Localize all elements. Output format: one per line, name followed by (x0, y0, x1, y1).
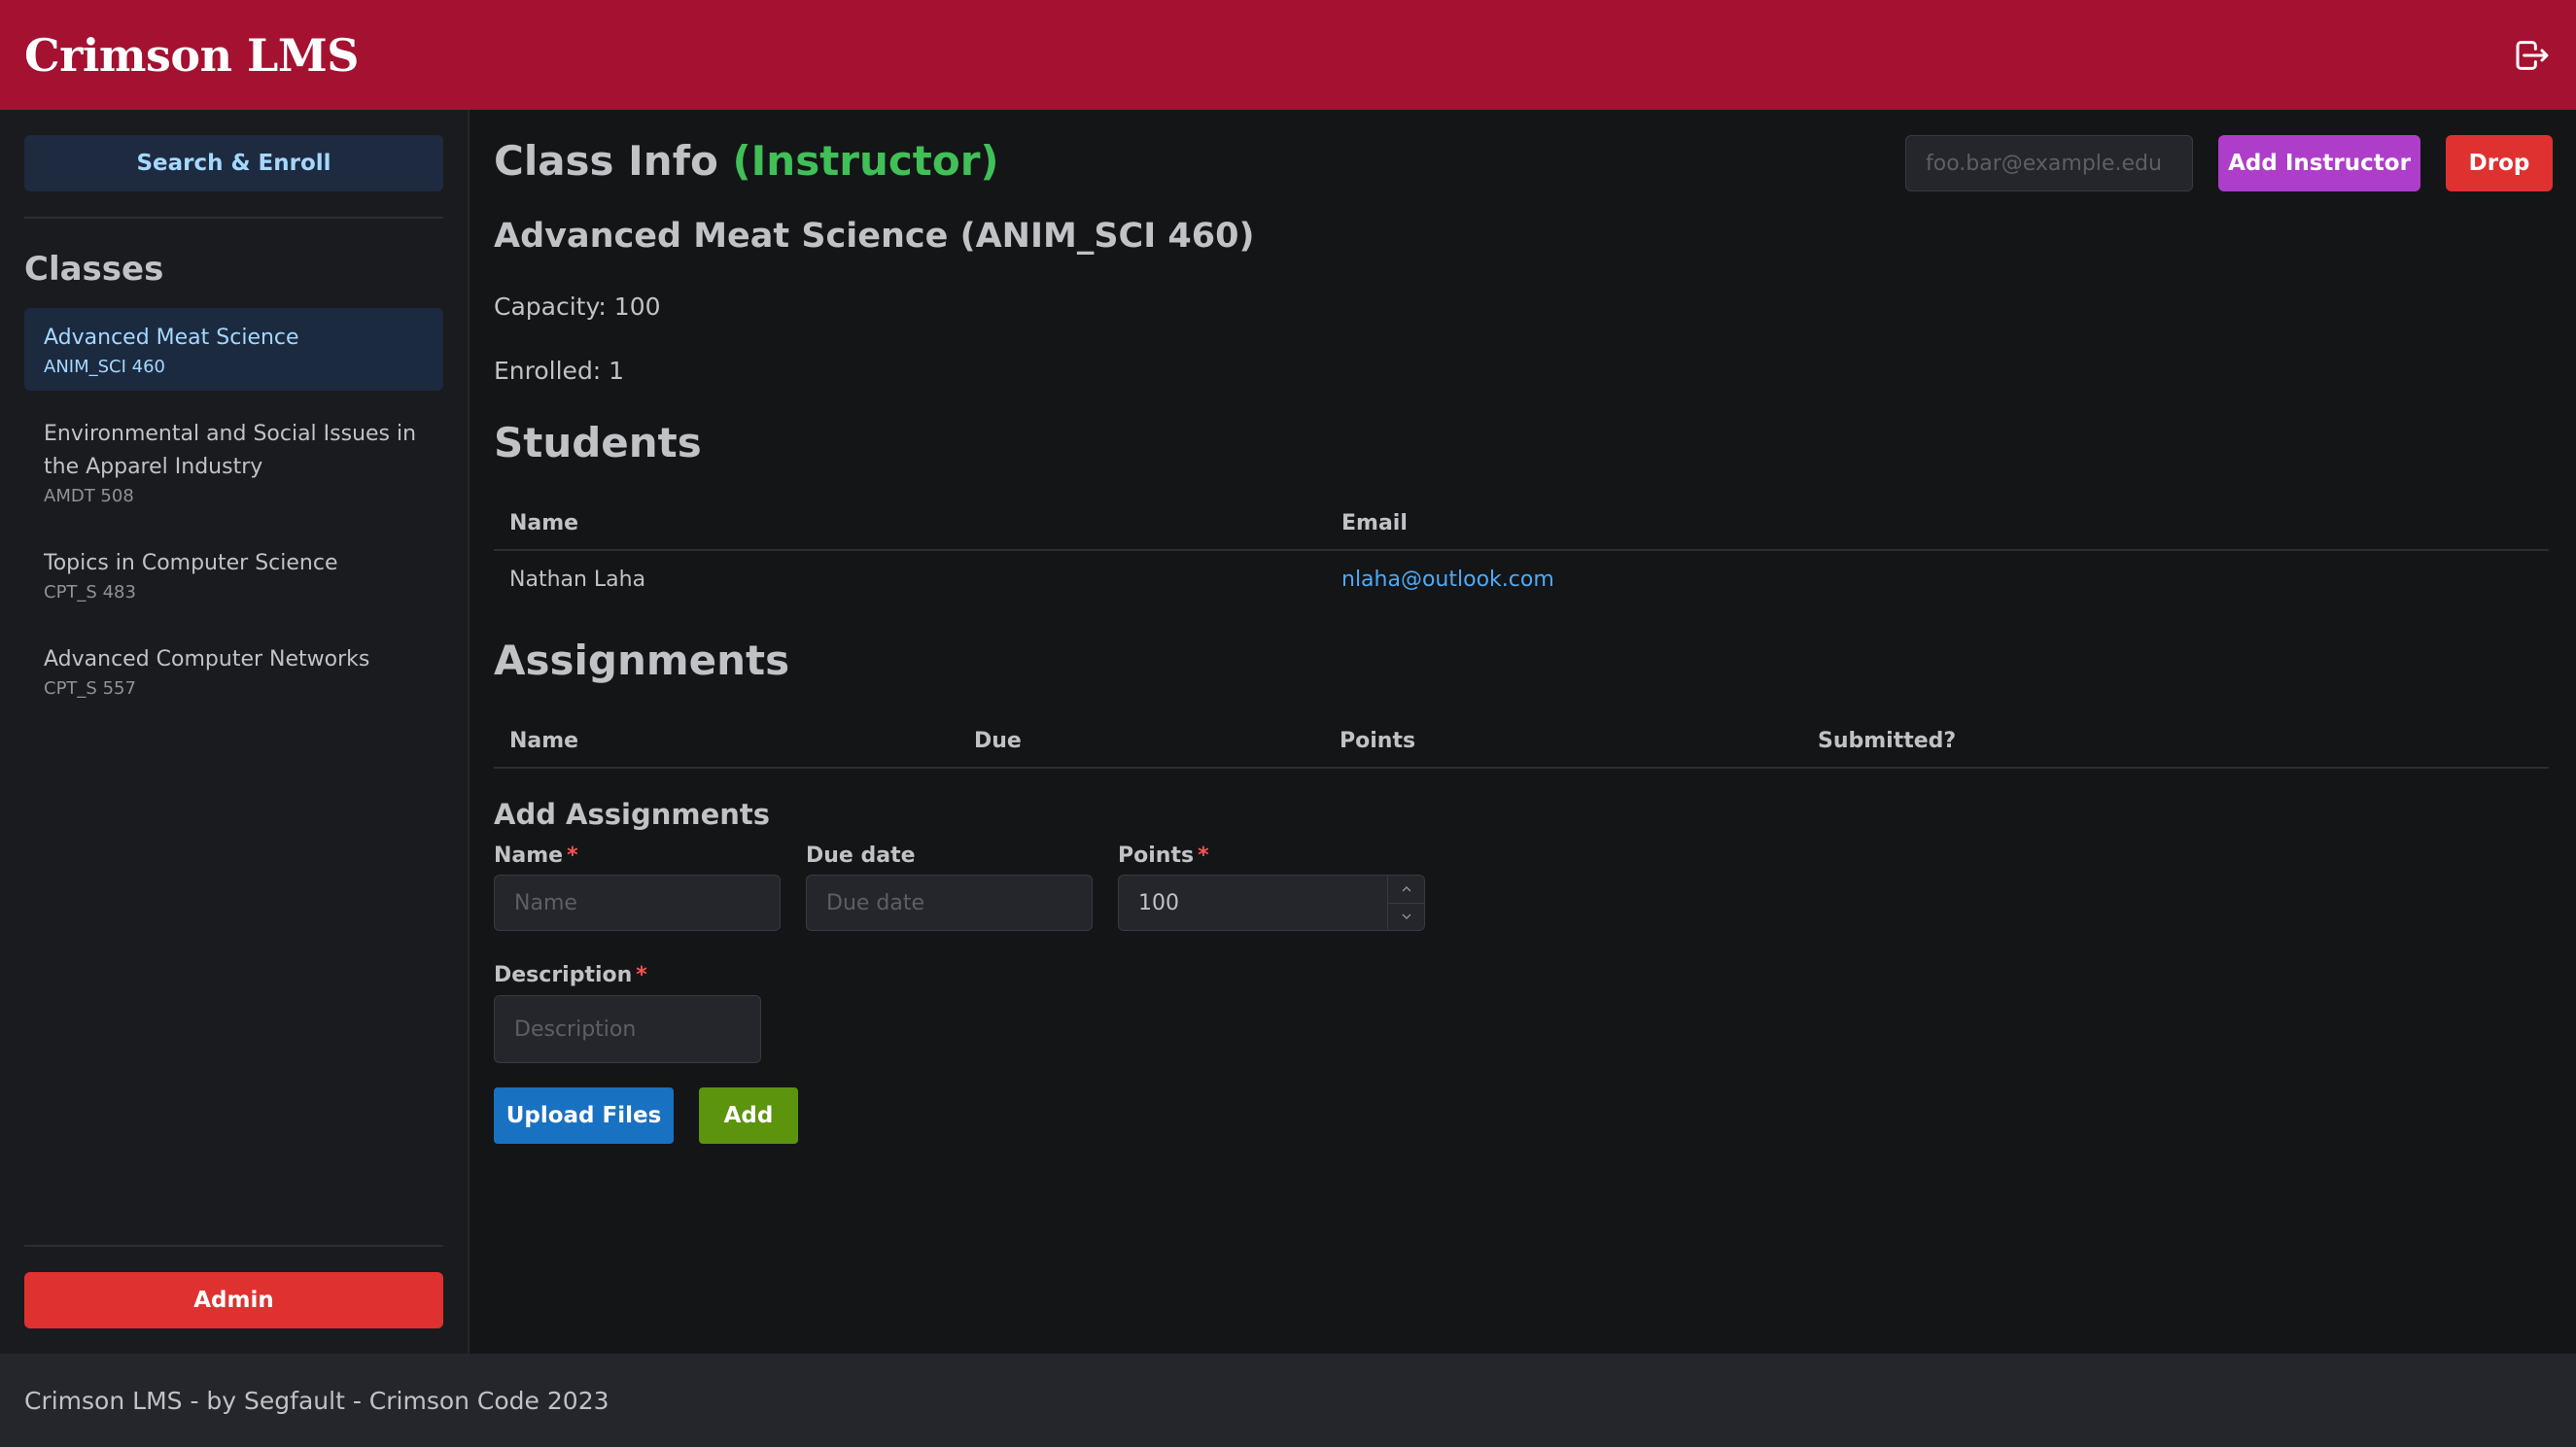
sidebar-divider (24, 217, 443, 219)
sidebar-class-item[interactable]: Advanced Computer Networks CPT_S 557 (24, 630, 443, 712)
student-email: nlaha@outlook.com (1326, 568, 1554, 592)
student-email-link[interactable]: nlaha@outlook.com (1341, 568, 1554, 592)
column-header-submitted[interactable]: Submitted? (1802, 729, 1956, 753)
column-header-due[interactable]: Due (958, 729, 1324, 753)
points-input[interactable]: 100 (1118, 875, 1425, 931)
column-header-email[interactable]: Email (1326, 511, 1408, 535)
description-label-text: Description (494, 963, 633, 987)
due-date-input[interactable]: Due date (806, 875, 1093, 931)
search-enroll-button[interactable]: Search & Enroll (24, 135, 443, 191)
admin-button[interactable]: Admin (24, 1272, 443, 1328)
app-header: Crimson LMS (0, 0, 2576, 110)
required-marker: * (1198, 844, 1209, 868)
class-name: Topics in Computer Science (44, 551, 338, 575)
sidebar-class-item[interactable]: Advanced Meat Science ANIM_SCI 460 (24, 308, 443, 391)
footer-text: Crimson LMS - by Segfault - Crimson Code… (24, 1386, 609, 1415)
name-label: Name * (494, 844, 578, 868)
stepper-down-button[interactable] (1388, 902, 1424, 931)
description-input[interactable]: Description (494, 995, 761, 1063)
sidebar-divider (24, 1245, 443, 1247)
stepper-up-button[interactable] (1388, 876, 1424, 903)
classes-heading: Classes (24, 250, 164, 289)
role-label: (Instructor) (732, 137, 999, 185)
points-label-text: Points (1118, 844, 1195, 868)
table-row[interactable]: Nathan Laha nlaha@outlook.com (494, 551, 2549, 607)
sidebar: Search & Enroll Classes Advanced Meat Sc… (0, 110, 470, 1354)
drop-button[interactable]: Drop (2446, 135, 2553, 191)
students-table: Name Email Nathan Laha nlaha@outlook.com (494, 497, 2549, 607)
course-title: Advanced Meat Science (ANIM_SCI 460) (494, 217, 1255, 256)
main-content: Class Info (Instructor) Add Instructor D… (494, 110, 2553, 1354)
upload-files-button[interactable]: Upload Files (494, 1087, 674, 1144)
points-label: Points * (1118, 844, 1209, 868)
assignment-name-input[interactable]: Name (494, 875, 781, 931)
capacity-text: Capacity: 100 (494, 293, 661, 321)
page-title-text: Class Info (494, 137, 718, 185)
footer: Crimson LMS - by Segfault - Crimson Code… (0, 1354, 2576, 1447)
app-logo[interactable]: Crimson LMS (24, 29, 360, 82)
name-label-text: Name (494, 844, 564, 868)
class-code: AMDT 508 (44, 486, 134, 506)
due-date-label: Due date (806, 844, 916, 868)
points-stepper (1387, 876, 1424, 930)
column-header-points[interactable]: Points (1324, 729, 1802, 753)
sidebar-class-item[interactable]: Topics in Computer Science CPT_S 483 (24, 534, 443, 616)
logout-icon[interactable] (2513, 36, 2552, 75)
students-heading: Students (494, 419, 702, 466)
column-header-name[interactable]: Name (494, 511, 1326, 535)
class-name: Advanced Computer Networks (44, 647, 370, 672)
chevron-up-icon (1402, 885, 1410, 892)
enrolled-text: Enrolled: 1 (494, 357, 625, 385)
class-name: Advanced Meat Science (44, 326, 299, 350)
page-title: Class Info (Instructor) (494, 137, 999, 185)
description-label: Description * (494, 963, 647, 987)
assignments-table: Name Due Points Submitted? (494, 714, 2549, 769)
class-code: CPT_S 483 (44, 582, 136, 603)
sidebar-class-item[interactable]: Environmental and Social Issues in the A… (24, 404, 443, 520)
required-marker: * (636, 963, 647, 987)
column-header-name[interactable]: Name (494, 729, 958, 753)
add-assignments-heading: Add Assignments (494, 798, 771, 831)
assignments-heading: Assignments (494, 637, 790, 684)
class-code: ANIM_SCI 460 (44, 357, 165, 377)
class-name: Environmental and Social Issues in the A… (44, 422, 417, 479)
add-instructor-button[interactable]: Add Instructor (2218, 135, 2420, 191)
required-marker: * (567, 844, 578, 868)
instructor-email-input[interactable] (1905, 135, 2193, 191)
top-actions: Add Instructor Drop (1905, 135, 2553, 191)
add-assignment-button[interactable]: Add (699, 1087, 798, 1144)
table-header-row: Name Email (494, 497, 2549, 551)
chevron-down-icon (1402, 913, 1410, 920)
points-value: 100 (1138, 890, 1179, 915)
class-code: CPT_S 557 (44, 678, 136, 699)
student-name: Nathan Laha (509, 567, 646, 592)
table-header-row: Name Due Points Submitted? (494, 714, 2549, 769)
